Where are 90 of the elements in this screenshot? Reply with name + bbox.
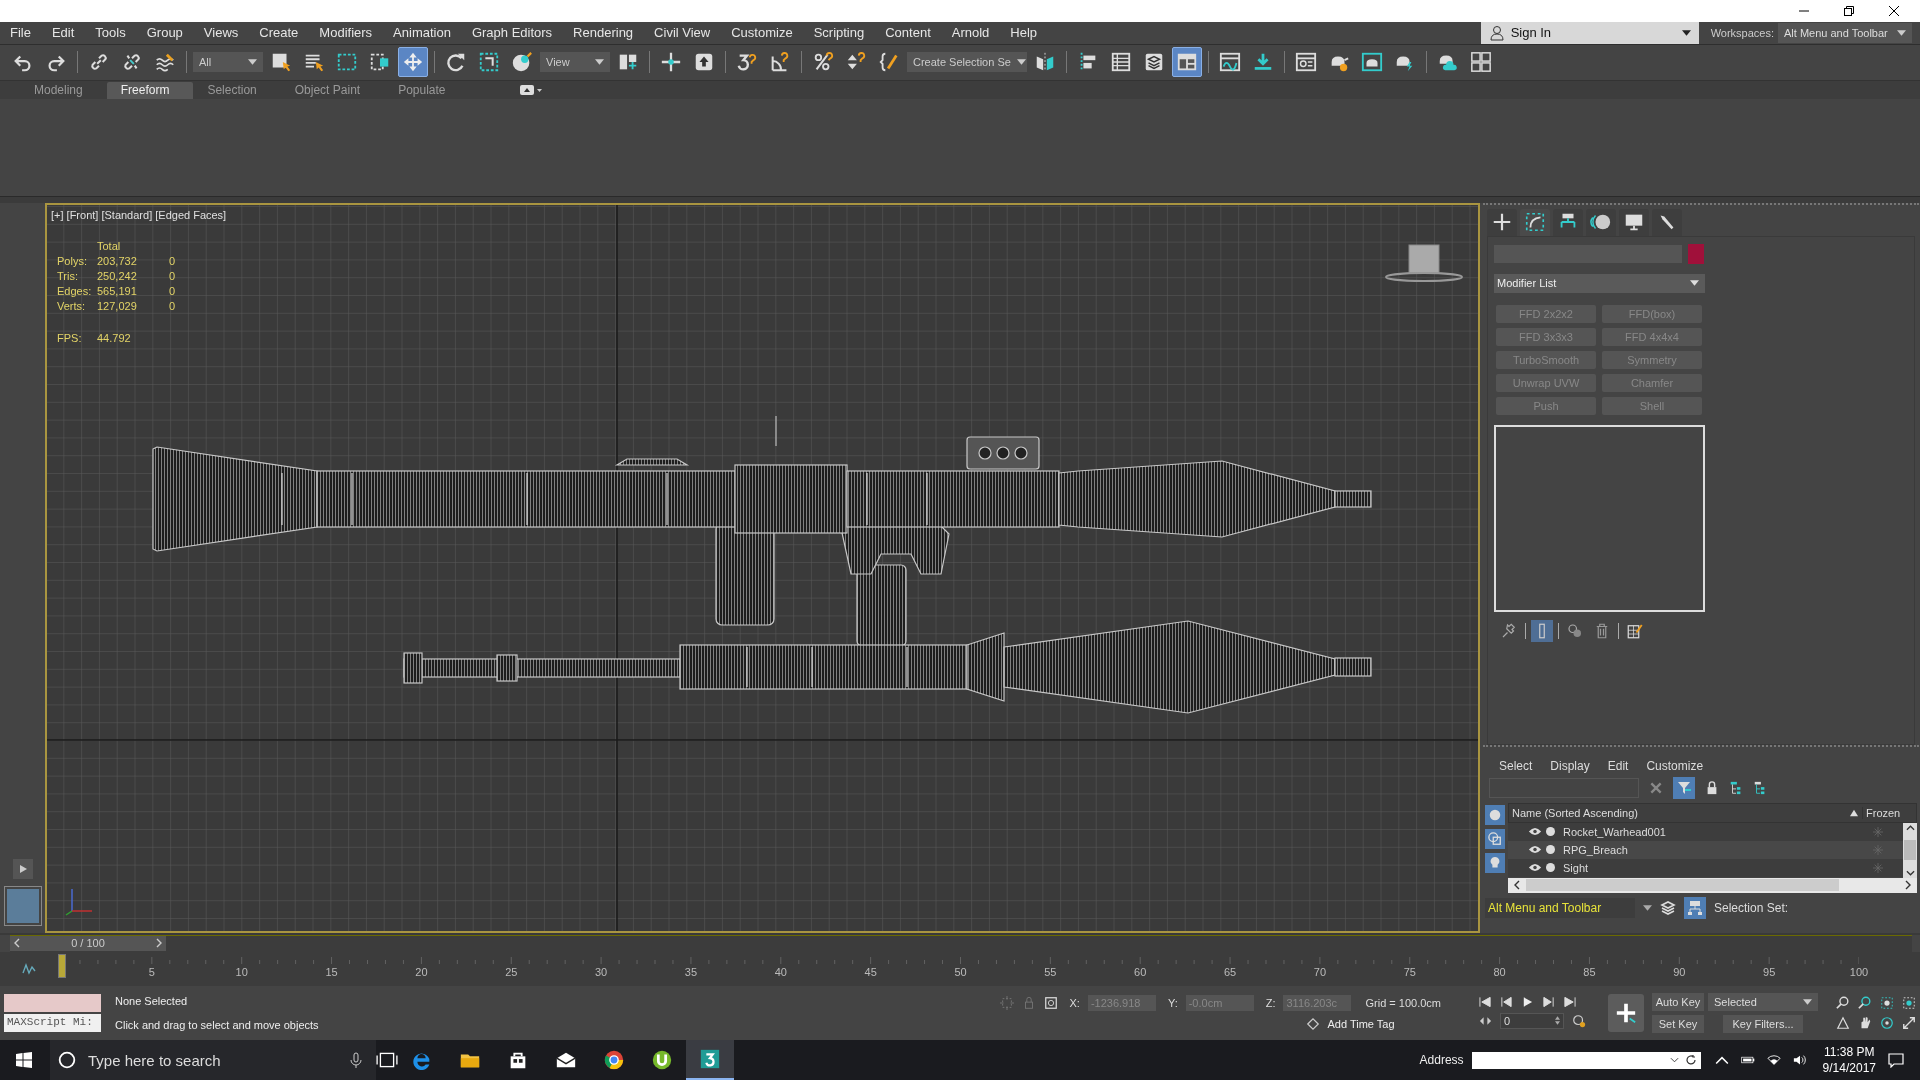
add-time-tag-label[interactable]: Add Time Tag bbox=[1327, 1017, 1395, 1030]
frame-label: 100 bbox=[1849, 966, 1869, 978]
frame-label: 90 bbox=[1673, 966, 1686, 978]
stats-label: Polys: bbox=[57, 254, 88, 267]
menu-item[interactable]: Create bbox=[249, 25, 310, 41]
clock-time[interactable]: 11:38 PM bbox=[1824, 1045, 1875, 1059]
frame-label: 75 bbox=[1403, 966, 1416, 978]
menu-item[interactable]: Scripting bbox=[803, 25, 876, 41]
frame-label: 60 bbox=[1134, 966, 1147, 978]
menu-item[interactable]: Animation bbox=[383, 25, 462, 41]
frame-label: 40 bbox=[774, 966, 787, 978]
modifier-list-dropdown[interactable]: Modifier List bbox=[1494, 273, 1705, 293]
menu-item[interactable]: Arnold bbox=[941, 25, 1001, 41]
menu-item[interactable]: File bbox=[0, 25, 42, 41]
menu-item[interactable]: Display bbox=[1550, 758, 1590, 773]
ribbon-tab[interactable]: Modeling bbox=[20, 81, 107, 99]
frame-label: 95 bbox=[1763, 966, 1776, 978]
menu-item[interactable]: Customize bbox=[721, 25, 804, 41]
frame-label: 80 bbox=[1493, 966, 1506, 978]
menu-item[interactable]: Select bbox=[1499, 758, 1533, 773]
frame-label: 30 bbox=[594, 966, 608, 978]
ribbon-tab[interactable]: Object Paint bbox=[280, 81, 385, 99]
menu-item[interactable]: Edit bbox=[41, 25, 86, 41]
frame-label: 50 bbox=[954, 966, 967, 978]
grid-size: Grid = 100.0cm bbox=[1365, 996, 1441, 1009]
frame-label: 15 bbox=[325, 966, 338, 978]
ribbon-tab[interactable]: Populate bbox=[384, 81, 470, 99]
stats-value: 0 bbox=[169, 269, 177, 282]
ribbon-tab[interactable]: Selection bbox=[193, 81, 281, 99]
menu-item[interactable]: Tools bbox=[85, 25, 137, 41]
key-filters-button[interactable]: Key Filters... bbox=[1723, 1014, 1803, 1033]
frame-label: 45 bbox=[864, 966, 877, 978]
menu-item[interactable]: Help bbox=[1000, 25, 1049, 41]
set-key-mode-button[interactable]: Set Key bbox=[1652, 1014, 1704, 1033]
stats-label: Tris: bbox=[57, 269, 79, 282]
menu-item[interactable]: Customize bbox=[1646, 758, 1704, 773]
menu-item[interactable]: Modifiers bbox=[309, 25, 384, 41]
workspaces-label: Workspaces: bbox=[1709, 26, 1775, 39]
frame-label: 10 bbox=[235, 966, 248, 978]
ribbon-tab[interactable]: Freeform bbox=[106, 81, 194, 99]
column-header[interactable]: Name (Sorted Ascending) bbox=[1512, 806, 1846, 819]
prompt-text: Click and drag to select and move objects bbox=[115, 1018, 319, 1031]
menu-item[interactable]: Group bbox=[136, 25, 194, 41]
selection-status: None Selected bbox=[115, 994, 189, 1007]
frame-label: 20 bbox=[415, 966, 428, 978]
search-field[interactable]: Type here to search bbox=[50, 1040, 376, 1080]
workspace-dropdown[interactable]: Alt Menu and Toolbar bbox=[1485, 897, 1635, 918]
column-header[interactable]: Frozen bbox=[1862, 806, 1916, 819]
frame-label: 35 bbox=[684, 966, 698, 978]
stats-value: 127,029 bbox=[97, 299, 138, 312]
selection-set-label: Selection Set: bbox=[1714, 900, 1789, 915]
menu-item[interactable]: Graph Editors bbox=[461, 25, 564, 41]
menu-item[interactable]: Rendering bbox=[563, 25, 645, 41]
toolbar-dropdown[interactable]: View bbox=[540, 52, 610, 73]
fps-value: 44.792 bbox=[97, 331, 132, 344]
workspace-dropdown[interactable]: Alt Menu and Toolbar bbox=[1778, 22, 1912, 43]
toolbar-dropdown[interactable]: Create Selection Se bbox=[907, 52, 1027, 73]
stats-label: Verts: bbox=[57, 299, 87, 312]
key-mode-dropdown[interactable]: Selected bbox=[1708, 992, 1818, 1011]
frame-label: 85 bbox=[1583, 966, 1596, 978]
stats-label: Edges: bbox=[57, 284, 93, 297]
time-slider-thumb[interactable]: 0 / 100 bbox=[10, 935, 166, 951]
menu-item[interactable]: Views bbox=[193, 25, 250, 41]
stats-value: 0 bbox=[169, 284, 177, 297]
maxscript-listener-field[interactable]: MAXScript Mi: bbox=[4, 1013, 101, 1032]
y-label: Y: bbox=[1167, 996, 1178, 1009]
stats-value: 203,732 bbox=[97, 254, 138, 267]
stats-header: Total bbox=[97, 239, 122, 252]
clock-date[interactable]: 9/14/2017 bbox=[1822, 1061, 1876, 1075]
frame-label: 65 bbox=[1223, 966, 1237, 978]
frame-label: 55 bbox=[1044, 966, 1057, 978]
frame-label: 70 bbox=[1313, 966, 1326, 978]
menu-item[interactable]: Edit bbox=[1607, 758, 1629, 773]
toolbar-dropdown[interactable]: All bbox=[193, 52, 263, 73]
frame-field[interactable]: 0 bbox=[1500, 1012, 1564, 1029]
sign-in-dropdown[interactable]: Sign In bbox=[1480, 21, 1699, 44]
fps-label: FPS: bbox=[57, 331, 83, 344]
frame-label: 25 bbox=[505, 966, 518, 978]
frame-label: 5 bbox=[148, 966, 155, 978]
z-label: Z: bbox=[1265, 996, 1276, 1009]
stats-value: 0 bbox=[169, 299, 177, 312]
stats-value: 250,242 bbox=[97, 269, 138, 282]
auto-key-button[interactable]: Auto Key bbox=[1652, 992, 1704, 1011]
address-label: Address bbox=[1419, 1053, 1464, 1067]
menu-item[interactable]: Civil View bbox=[644, 25, 722, 41]
stats-value: 565,191 bbox=[97, 284, 138, 297]
viewport-label[interactable]: [+] [Front] [Standard] [Edged Faces] bbox=[51, 208, 227, 221]
stats-value: 0 bbox=[169, 254, 177, 267]
x-label: X: bbox=[1069, 996, 1080, 1009]
menu-item[interactable]: Content bbox=[875, 25, 942, 41]
